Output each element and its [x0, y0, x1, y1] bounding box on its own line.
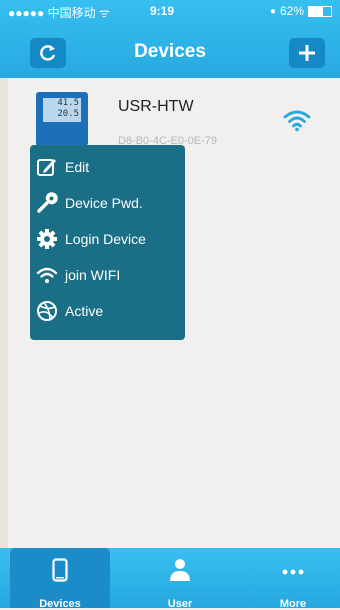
- tab-label: Devices: [39, 598, 81, 610]
- menu-item-label: join WIFI: [65, 267, 121, 283]
- header-bar: ●●●●● 中国移动 ᯤ 9:19 ● 62% Devices: [0, 0, 340, 78]
- device-thumbnail: 41.5 20.5: [36, 92, 88, 146]
- phone-icon: [10, 558, 110, 582]
- menu-item-join-wifi[interactable]: join WIFI: [30, 257, 185, 293]
- clock-label: 9:19: [150, 4, 175, 18]
- edit-icon: [35, 155, 59, 179]
- tab-bar: Devices User More: [0, 548, 340, 610]
- menu-item-active[interactable]: Active: [30, 293, 185, 329]
- menu-item-label: Active: [65, 303, 104, 319]
- device-screen-value-2: 20.5: [57, 109, 79, 119]
- tab-label: More: [279, 598, 307, 610]
- tab-devices[interactable]: Devices: [10, 548, 110, 610]
- menu-item-label: Edit: [65, 159, 90, 175]
- menu-item-login-device[interactable]: Login Device: [30, 221, 185, 257]
- list-edge: [0, 78, 8, 548]
- battery-percent: 62%: [279, 4, 304, 18]
- dribbble-icon: [35, 299, 59, 323]
- menu-item-label: Device Pwd.: [65, 195, 143, 211]
- tab-user[interactable]: User: [130, 548, 230, 610]
- tab-more[interactable]: More: [243, 548, 340, 610]
- wrench-icon: [35, 191, 59, 215]
- battery-icon: [308, 5, 332, 17]
- plus-icon: [299, 45, 315, 61]
- menu-item-device-password[interactable]: Device Pwd.: [30, 185, 185, 221]
- alarm-icon: ●: [269, 5, 276, 17]
- add-device-button[interactable]: [289, 38, 325, 68]
- device-context-menu: Edit Device Pwd. Login Device join WIFI …: [30, 145, 185, 340]
- tab-label: User: [167, 598, 193, 610]
- device-thumbnail-screen: 41.5 20.5: [43, 98, 81, 122]
- carrier-label: ●●●●● 中国移动 ᯤ: [8, 6, 110, 20]
- menu-item-edit[interactable]: Edit: [30, 149, 185, 185]
- menu-item-label: Login Device: [65, 231, 146, 247]
- wifi-icon: [35, 263, 59, 287]
- device-name: USR-HTW: [118, 98, 194, 115]
- gear-icon: [35, 227, 59, 251]
- status-bar: ●●●●● 中国移动 ᯤ 9:19 ● 62%: [0, 0, 340, 20]
- more-icon: [243, 558, 340, 582]
- device-screen-value: 41.5: [57, 98, 79, 108]
- user-icon: [130, 558, 230, 582]
- battery-indicator: ● 62%: [270, 4, 332, 18]
- wifi-status-icon: [282, 108, 312, 137]
